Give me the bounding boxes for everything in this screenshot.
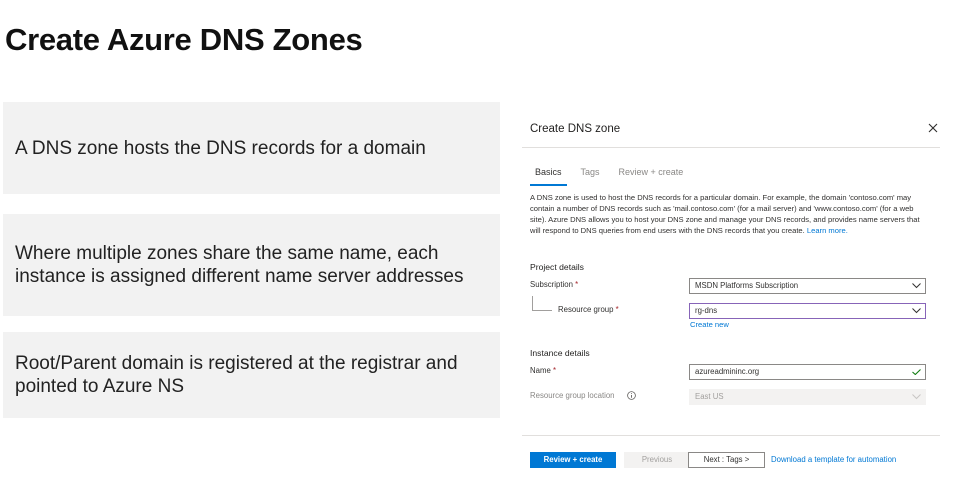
tree-connector-horizontal: [532, 310, 552, 311]
resource-group-select[interactable]: rg-dns: [689, 303, 926, 319]
footer-divider: [522, 435, 940, 436]
info-icon[interactable]: [627, 391, 636, 400]
title-divider: [522, 147, 940, 148]
name-input[interactable]: azureadmininc.org: [689, 364, 926, 380]
subscription-select[interactable]: MSDN Platforms Subscription: [689, 278, 926, 294]
previous-button: Previous: [624, 452, 690, 468]
chevron-down-icon: [912, 308, 921, 314]
panel-title: Create DNS zone: [530, 123, 621, 135]
chevron-down-icon: [912, 283, 921, 289]
create-dns-zone-panel: Create DNS zone Basics Tags Review + cre…: [522, 110, 942, 475]
location-label: Resource group location: [530, 391, 615, 400]
tab-review-create[interactable]: Review + create: [614, 166, 689, 186]
project-details-heading: Project details: [530, 262, 584, 272]
resource-group-value: rg-dns: [695, 306, 718, 315]
description-text: A DNS zone is used to host the DNS recor…: [530, 193, 920, 235]
slide-title: Create Azure DNS Zones: [5, 22, 363, 57]
tree-connector-vertical: [532, 296, 533, 311]
download-template-link[interactable]: Download a template for automation: [771, 455, 896, 464]
subscription-label-text: Subscription: [530, 280, 573, 289]
location-value: East US: [695, 392, 724, 401]
bullet-box-3: Root/Parent domain is registered at the …: [3, 332, 500, 418]
resource-group-label: Resource group *: [558, 305, 619, 314]
bullet-text-1: A DNS zone hosts the DNS records for a d…: [15, 137, 426, 159]
name-value: azureadmininc.org: [695, 367, 760, 376]
next-tags-button[interactable]: Next : Tags >: [688, 452, 765, 468]
tab-bar: Basics Tags Review + create: [530, 166, 697, 186]
bullet-text-2: Where multiple zones share the same name…: [15, 243, 464, 287]
subscription-value: MSDN Platforms Subscription: [695, 281, 799, 290]
required-marker: *: [575, 280, 579, 289]
review-create-button[interactable]: Review + create: [530, 452, 616, 468]
create-new-link[interactable]: Create new: [690, 320, 729, 329]
bullet-text-3: Root/Parent domain is registered at the …: [15, 353, 458, 397]
chevron-down-icon: [912, 394, 921, 400]
subscription-label: Subscription *: [530, 280, 578, 289]
required-marker: *: [552, 366, 557, 375]
tab-tags[interactable]: Tags: [576, 166, 605, 186]
checkmark-icon: [912, 369, 921, 375]
name-label: Name *: [530, 366, 556, 375]
close-icon[interactable]: [926, 121, 940, 135]
description: A DNS zone is used to host the DNS recor…: [530, 192, 926, 236]
resource-group-label-text: Resource group: [558, 305, 614, 314]
name-label-text: Name: [530, 366, 551, 375]
location-select: East US: [689, 389, 926, 405]
learn-more-link[interactable]: Learn more.: [807, 226, 848, 235]
bullet-box-2: Where multiple zones share the same name…: [3, 214, 500, 316]
required-marker: *: [615, 305, 619, 314]
tab-basics[interactable]: Basics: [530, 166, 567, 186]
bullet-box-1: A DNS zone hosts the DNS records for a d…: [3, 102, 500, 194]
instance-details-heading: Instance details: [530, 348, 590, 358]
